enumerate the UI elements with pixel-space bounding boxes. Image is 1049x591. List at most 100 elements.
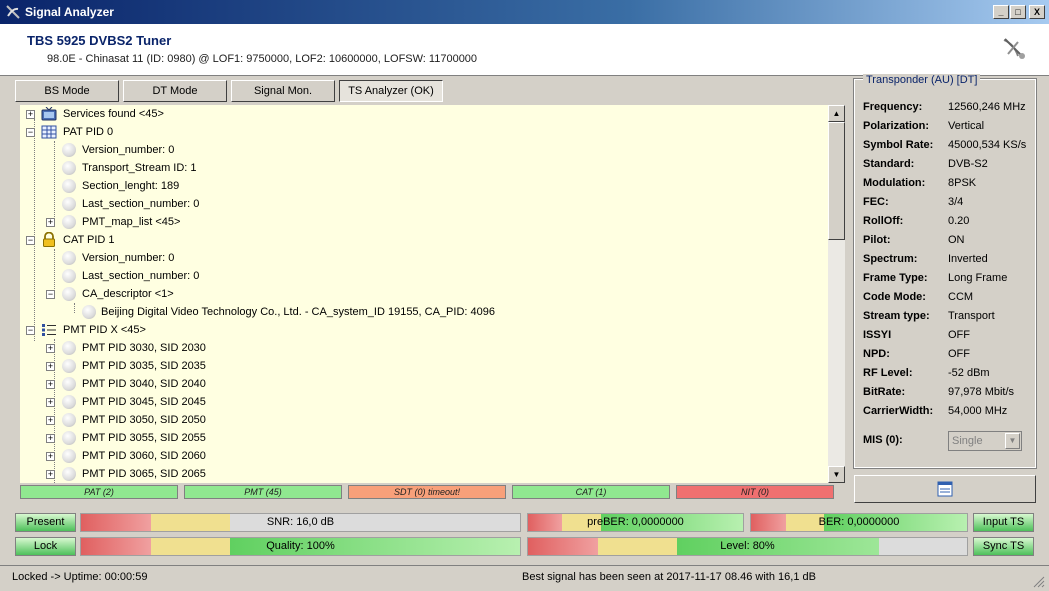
- snr-gauge: SNR: 16,0 dB: [80, 513, 521, 532]
- transponder-row: Frequency: 12560,246 MHz: [863, 98, 1033, 117]
- tree-label: PMT PID 3040, SID 2040: [82, 378, 206, 390]
- mis-select[interactable]: Single ▼: [948, 431, 1022, 451]
- resize-grip-icon[interactable]: [1033, 576, 1045, 588]
- tree-label: Beijing Digital Video Technology Co., Lt…: [101, 306, 495, 318]
- transponder-row: Stream type: Transport: [863, 307, 1033, 326]
- mis-label: MIS (0):: [863, 434, 903, 446]
- transponder-value: 54,000 MHz: [948, 405, 1008, 417]
- tree-scrollbar[interactable]: ▲ ▼: [828, 105, 845, 483]
- level-label: Level: 80%: [720, 540, 775, 552]
- lock-icon: [43, 232, 55, 247]
- transponder-row: CarrierWidth: 54,000 MHz: [863, 402, 1033, 421]
- transponder-row: Spectrum: Inverted: [863, 250, 1033, 269]
- transponder-value: 8PSK: [948, 177, 977, 189]
- cat-status: CAT (1): [512, 485, 670, 499]
- tree-label: Services found <45>: [63, 108, 164, 120]
- expand-toggle[interactable]: +: [26, 110, 35, 119]
- transponder-value: Vertical: [948, 120, 985, 132]
- transponder-row: FEC: 3/4: [863, 193, 1033, 212]
- bullet-icon: [62, 395, 76, 409]
- expand-toggle[interactable]: +: [46, 416, 55, 425]
- device-name: TBS 5925 DVBS2 Tuner: [27, 33, 172, 48]
- mis-select-value: Single: [952, 435, 983, 447]
- minimize-button[interactable]: _: [993, 5, 1009, 19]
- expand-toggle[interactable]: +: [46, 362, 55, 371]
- tree-line: [54, 249, 55, 295]
- bullet-icon: [62, 467, 76, 481]
- transponder-label: Modulation:: [863, 177, 926, 189]
- tree-line: [74, 303, 75, 313]
- bs-mode-button[interactable]: BS Mode: [15, 80, 119, 102]
- collapse-toggle[interactable]: −: [26, 326, 35, 335]
- pat-status: PAT (2): [20, 485, 178, 499]
- expand-toggle[interactable]: +: [46, 470, 55, 479]
- ts-tree-view[interactable]: + Services found <45> − PAT PID 0 Versio…: [20, 105, 828, 483]
- level-gauge: Level: 80%: [527, 537, 968, 556]
- transponder-label: Standard:: [863, 158, 915, 170]
- transponder-label: Frequency:: [863, 101, 923, 113]
- tree-label: Version_number: 0: [82, 144, 175, 156]
- close-button[interactable]: X: [1029, 5, 1045, 19]
- transponder-row: Symbol Rate: 45000,534 KS/s: [863, 136, 1033, 155]
- transponder-title: Transponder (AU) [DT]: [863, 74, 981, 86]
- bullet-icon: [62, 161, 76, 175]
- tree-label: Last_section_number: 0: [82, 198, 200, 210]
- tree-label: PMT PID 3060, SID 2060: [82, 450, 206, 462]
- tree-line: [34, 119, 35, 341]
- bullet-icon: [62, 431, 76, 445]
- collapse-toggle[interactable]: −: [26, 236, 35, 245]
- scroll-up-button[interactable]: ▲: [828, 105, 845, 122]
- transponder-value: 12560,246 MHz: [948, 101, 1026, 113]
- expand-toggle[interactable]: +: [46, 434, 55, 443]
- snr-label: SNR: 16,0 dB: [266, 516, 335, 528]
- transponder-row: Polarization: Vertical: [863, 117, 1033, 136]
- tree-label: PAT PID 0: [63, 126, 114, 138]
- transponder-label: Frame Type:: [863, 272, 928, 284]
- best-signal-text: Best signal has been seen at 2017-11-17 …: [522, 571, 816, 583]
- panel-action-button[interactable]: [854, 475, 1036, 503]
- expand-toggle[interactable]: +: [46, 398, 55, 407]
- dt-mode-button[interactable]: DT Mode: [123, 80, 227, 102]
- satellite-info: 98.0E - Chinasat 11 (ID: 0980) @ LOF1: 9…: [47, 53, 478, 65]
- chevron-down-icon[interactable]: ▼: [1005, 433, 1020, 449]
- expand-toggle[interactable]: +: [46, 452, 55, 461]
- signal-monitor-button[interactable]: Signal Mon.: [231, 80, 335, 102]
- transponder-value: ON: [948, 234, 965, 246]
- present-indicator: Present: [15, 513, 76, 532]
- expand-toggle[interactable]: +: [46, 344, 55, 353]
- table-icon: [41, 125, 57, 139]
- tree-label: PMT PID 3045, SID 2045: [82, 396, 206, 408]
- bullet-icon: [62, 197, 76, 211]
- transponder-label: BitRate:: [863, 386, 906, 398]
- transponder-label: Stream type:: [863, 310, 930, 322]
- transponder-label: Spectrum:: [863, 253, 918, 265]
- preber-gauge: preBER: 0,0000000: [527, 513, 744, 532]
- lock-indicator: Lock: [15, 537, 76, 556]
- transponder-label: ISSYI: [863, 329, 892, 341]
- scroll-down-button[interactable]: ▼: [828, 466, 845, 483]
- transponder-label: CarrierWidth:: [863, 405, 934, 417]
- tree-label: CAT PID 1: [63, 234, 115, 246]
- transponder-label: NPD:: [863, 348, 890, 360]
- tree-label: Section_lenght: 189: [82, 180, 180, 192]
- scroll-thumb[interactable]: [828, 122, 845, 240]
- maximize-button[interactable]: □: [1010, 5, 1026, 19]
- quality-label: Quality: 100%: [266, 540, 335, 552]
- expand-toggle[interactable]: +: [46, 380, 55, 389]
- collapse-toggle[interactable]: −: [26, 128, 35, 137]
- tree-label: Last_section_number: 0: [82, 270, 200, 282]
- tv-icon: [41, 107, 57, 121]
- expand-toggle[interactable]: +: [46, 218, 55, 227]
- tree-label: CA_descriptor <1>: [82, 288, 174, 300]
- list-icon: [42, 324, 56, 336]
- transponder-label: Symbol Rate:: [863, 139, 934, 151]
- pmt-status: PMT (45): [184, 485, 342, 499]
- transponder-row: ISSYI OFF: [863, 326, 1033, 345]
- ts-analyzer-button[interactable]: TS Analyzer (OK): [339, 80, 443, 102]
- status-bar: Locked -> Uptime: 00:00:59 Best signal h…: [0, 565, 1049, 591]
- tree-label: PMT PID 3055, SID 2055: [82, 432, 206, 444]
- tree-label: Version_number: 0: [82, 252, 175, 264]
- satellite-icon: [6, 5, 20, 19]
- collapse-toggle[interactable]: −: [46, 290, 55, 299]
- title-bar[interactable]: Signal Analyzer _ □ X: [0, 0, 1049, 24]
